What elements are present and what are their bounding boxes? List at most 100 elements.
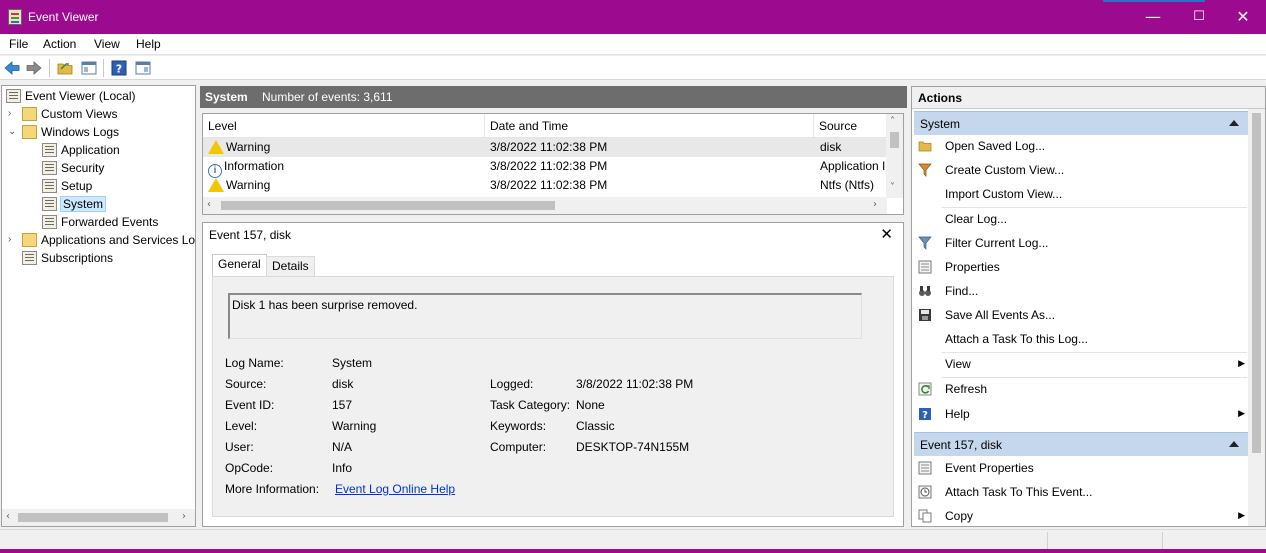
field-value-log-name: System [332,356,373,370]
scroll-right-icon[interactable]: › [182,511,186,522]
tree-item-label: Applications and Services Lo [41,233,196,247]
log-icon [42,161,57,175]
tree-item-windows-logs[interactable]: ⌄ Windows Logs [8,123,120,141]
window-title: Event Viewer [28,10,99,24]
column-header-level[interactable]: Level [203,114,485,138]
row-source: Application I [820,159,886,173]
field-value-computer: DESKTOP-74N155M [576,440,690,454]
event-message[interactable]: Disk 1 has been surprise removed. [228,293,862,339]
forward-arrow-icon[interactable] [26,60,42,76]
scrollbar-thumb[interactable] [890,132,899,148]
action-label: View [945,357,971,371]
action-filter-current-log[interactable]: Filter Current Log... [914,232,1249,254]
show-hide-action-pane-icon[interactable] [135,60,151,76]
action-label: Attach a Task To this Log... [945,332,1088,346]
action-label: Properties [945,260,1000,274]
table-row[interactable]: Warning 3/8/2022 11:02:38 PM disk [203,138,887,157]
chevron-down-icon[interactable]: ⌄ [8,123,16,141]
action-create-custom-view[interactable]: Create Custom View... [914,159,1249,181]
menu-file[interactable]: File [9,37,28,51]
tab-general[interactable]: General [212,254,267,277]
tree-horizontal-scrollbar[interactable]: ‹ › [2,509,195,526]
action-properties[interactable]: Properties [914,256,1249,278]
field-value-event-id: 157 [332,398,353,412]
toolbar-separator [103,59,104,77]
scrollbar-thumb[interactable] [1252,113,1261,453]
tree-item-label: Security [61,161,105,175]
scroll-left-icon[interactable]: ‹ [207,199,211,210]
collapse-icon[interactable] [1229,441,1239,447]
table-row[interactable]: i Information 3/8/2022 11:02:38 PM Applic… [203,157,887,178]
field-label-source: Source: [225,377,267,391]
column-header-source[interactable]: Source [814,114,887,138]
tree-item-label: Windows Logs [41,125,120,139]
event-log-online-help-link[interactable]: Event Log Online Help [335,482,455,496]
scroll-up-icon[interactable]: ˄ [890,116,895,127]
action-find[interactable]: Find... [914,280,1249,302]
action-group-system[interactable]: System [914,111,1249,135]
chevron-right-icon[interactable]: › [8,105,11,123]
menu-action[interactable]: Action [43,37,76,51]
action-save-all-events[interactable]: Save All Events As... [914,304,1249,326]
action-help[interactable]: ? Help ▶ [914,403,1249,425]
action-import-custom-view[interactable]: Import Custom View... [914,183,1249,205]
events-horizontal-scrollbar[interactable]: ‹ › [203,197,887,214]
tree-item-application[interactable]: Application [42,141,120,159]
folder-icon [22,107,37,121]
action-open-saved-log[interactable]: Open Saved Log... [914,135,1249,157]
tree-item-system[interactable]: System [42,195,107,213]
tree-item-applications-and-services[interactable]: › Applications and Services Lo [8,231,196,249]
help-icon[interactable]: ? [111,60,127,76]
action-refresh[interactable]: Refresh [914,378,1249,400]
table-row[interactable]: Warning 3/8/2022 11:02:38 PM Ntfs (Ntfs) [203,176,887,195]
column-header-date-time[interactable]: Date and Time [485,114,814,138]
tree-item-event-viewer-local[interactable]: Event Viewer (Local) [6,87,136,105]
row-datetime: 3/8/2022 11:02:38 PM [490,178,608,192]
close-detail-icon[interactable]: ✕ [880,225,893,243]
action-event-properties[interactable]: Event Properties [914,457,1249,479]
event-viewer-app-icon [8,9,22,25]
action-label: Refresh [945,382,988,396]
action-clear-log[interactable]: Clear Log... [914,208,1249,230]
refresh-icon [918,382,932,396]
show-hide-console-tree-icon[interactable] [81,60,97,76]
action-group-event[interactable]: Event 157, disk [914,432,1249,456]
row-level: Warning [226,178,271,192]
scrollbar-thumb[interactable] [221,201,555,210]
action-label: Open Saved Log... [945,139,1046,153]
scroll-right-icon[interactable]: › [873,199,877,210]
scroll-down-icon[interactable]: ˅ [890,182,895,193]
action-label: Help [945,407,970,421]
events-vertical-scrollbar[interactable]: ˄ ˅ [886,114,903,198]
properties-icon [918,461,932,475]
menu-view[interactable]: View [94,37,120,51]
field-value-task-category: None [576,398,605,412]
maximize-button[interactable]: ☐ [1176,0,1222,34]
tree-item-subscriptions[interactable]: Subscriptions [22,249,113,267]
tree-item-security[interactable]: Security [42,159,104,177]
properties-icon [918,260,932,274]
field-label-user: User: [225,440,254,454]
status-divider [1162,532,1163,550]
action-attach-task-to-log[interactable]: Attach a Task To this Log... [914,328,1249,350]
close-button[interactable]: ✕ [1220,0,1266,34]
chevron-right-icon[interactable]: › [8,231,11,249]
action-group-label: Event 157, disk [920,438,1003,452]
collapse-icon[interactable] [1229,120,1239,126]
action-attach-task-to-event[interactable]: Attach Task To This Event... [914,481,1249,503]
actions-vertical-scrollbar[interactable] [1248,109,1265,526]
tree-item-setup[interactable]: Setup [42,177,92,195]
tree-item-forwarded-events[interactable]: Forwarded Events [42,213,158,231]
filter-icon [918,236,932,250]
tab-details[interactable]: Details [266,256,315,276]
back-arrow-icon[interactable] [4,60,20,76]
task-clock-icon [918,485,932,499]
menu-help[interactable]: Help [136,37,161,51]
scrollbar-thumb[interactable] [18,513,168,522]
action-view[interactable]: View ▶ [914,353,1249,375]
tree-item-custom-views[interactable]: › Custom Views [8,105,117,123]
scroll-left-icon[interactable]: ‹ [6,511,10,522]
minimize-button[interactable]: — [1130,0,1176,34]
open-folder-icon[interactable] [57,60,73,76]
action-copy[interactable]: Copy ▶ [914,505,1249,526]
